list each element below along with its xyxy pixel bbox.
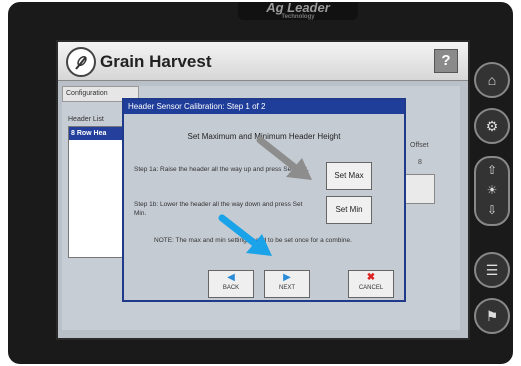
brightness-rocker[interactable]: ⇧ ☀ ⇩ [474, 156, 510, 226]
cancel-button[interactable]: ✖ CANCEL [348, 270, 394, 298]
set-min-button[interactable]: Set Min [326, 196, 372, 224]
brand-name: Ag Leader [266, 0, 330, 15]
run-button[interactable]: ⚑ [474, 298, 510, 334]
step-1a-text: Step 1a: Raise the header all the way up… [134, 166, 309, 173]
grain-harvest-icon [66, 47, 96, 77]
title-bar: Grain Harvest ? [58, 42, 468, 81]
offset-box[interactable] [403, 174, 435, 204]
next-button[interactable]: ▶ NEXT [264, 270, 310, 298]
dialog-title: Header Sensor Calibration: Step 1 of 2 [124, 100, 404, 114]
brightness-up-icon: ⇧ [486, 163, 498, 177]
set-max-button[interactable]: Set Max [326, 162, 372, 190]
back-button[interactable]: ◀ BACK [208, 270, 254, 298]
dialog-heading: Set Maximum and Minimum Header Height [187, 132, 341, 141]
header-list[interactable]: 8 Row Hea [68, 126, 130, 258]
display-bezel: Ag Leader Technology Grain Harvest ? Con… [8, 0, 513, 364]
step-1b-text: Step 1b: Lower the header all the way do… [134, 201, 303, 217]
side-button-column: ⌂ ⚙ ⇧ ☀ ⇩ ☰ ⚑ [474, 62, 510, 334]
home-button[interactable]: ⌂ [474, 62, 510, 98]
notes-icon: ☰ [485, 262, 499, 278]
dialog-nav-bar: ◀ BACK ▶ NEXT ✖ CANCEL [124, 270, 400, 298]
back-label: BACK [222, 285, 240, 291]
offset-value: 8 [418, 159, 422, 166]
offset-label: Offset [410, 142, 429, 149]
brightness-down-icon: ⇩ [486, 203, 498, 217]
brand-tagline: Technology [281, 14, 315, 20]
header-list-label: Header List [68, 116, 104, 123]
cancel-label: CANCEL [358, 285, 384, 291]
brand-logo: Ag Leader Technology [238, 0, 358, 20]
help-button[interactable]: ? [434, 49, 458, 73]
settings-button[interactable]: ⚙ [474, 108, 510, 144]
next-label: NEXT [278, 285, 295, 291]
home-icon: ⌂ [487, 72, 497, 88]
screen: Grain Harvest ? Configuration Header Lis… [56, 40, 470, 340]
wheat-icon [75, 55, 87, 70]
notes-button[interactable]: ☰ [474, 252, 510, 288]
runner-icon: ⚑ [485, 308, 499, 324]
calibration-dialog: Header Sensor Calibration: Step 1 of 2 S… [122, 98, 406, 302]
sun-icon: ☀ [486, 183, 498, 197]
next-arrow-icon: ▶ [283, 272, 291, 283]
note-text: NOTE: The max and min settings need to b… [154, 237, 352, 244]
list-item[interactable]: 8 Row Hea [69, 127, 129, 140]
gear-icon: ⚙ [485, 118, 499, 134]
back-arrow-icon: ◀ [227, 272, 235, 283]
page-title: Grain Harvest [100, 52, 212, 71]
cancel-x-icon: ✖ [366, 272, 376, 283]
